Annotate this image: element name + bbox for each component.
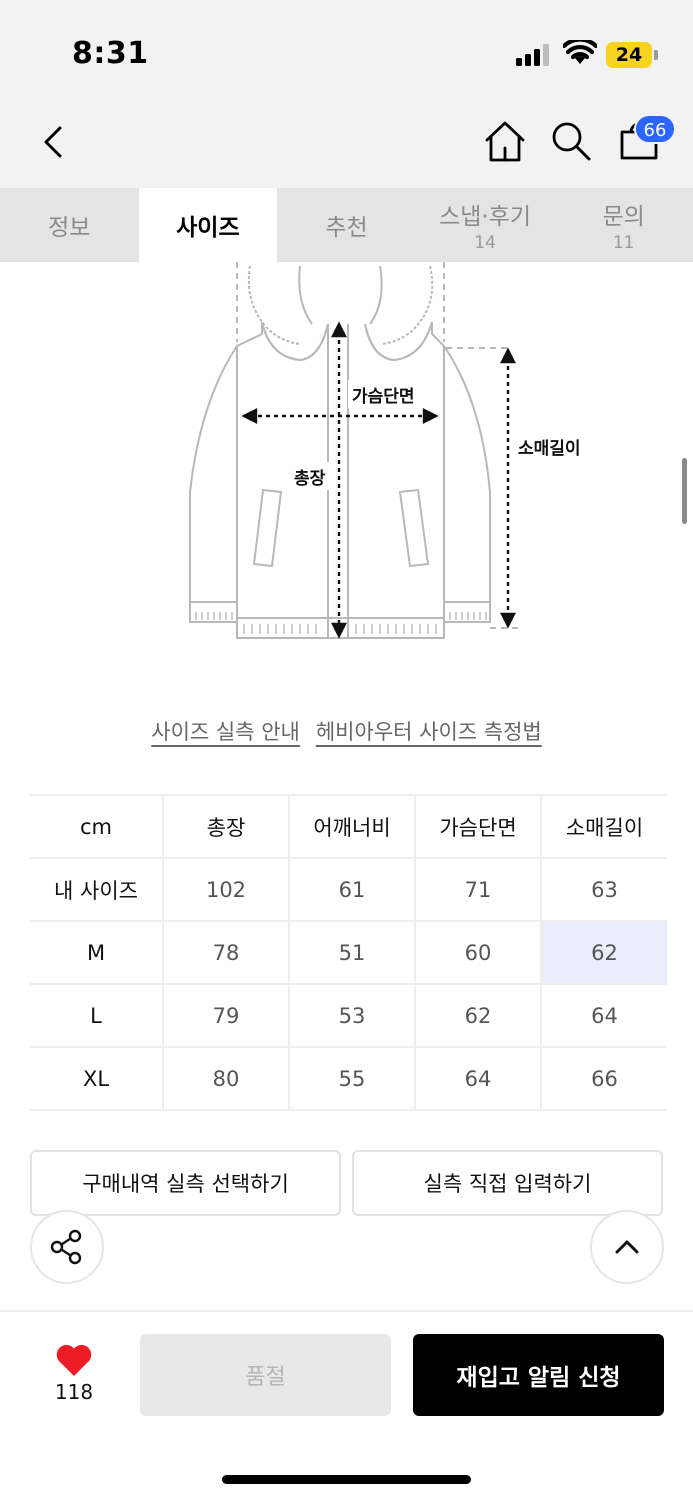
table-cell: 53 [289,984,416,1048]
table-cell: 63 [541,858,667,922]
table-cell: 79 [163,984,290,1048]
sold-out-button: 품절 [140,1334,391,1416]
arrow-up-icon [615,1240,639,1254]
status-bar: 8:31 24 [0,0,693,100]
home-icon[interactable] [482,118,528,164]
tab-inquiry[interactable]: 문의 11 [554,188,693,262]
table-cell: 102 [163,858,290,922]
heart-icon [56,1344,92,1376]
table-row-m[interactable]: M 78 51 60 62 [30,921,667,985]
scroll-to-top-button[interactable] [590,1210,664,1284]
table-cell: 71 [415,858,542,922]
table-row-xl[interactable]: XL 80 55 64 66 [30,1047,667,1111]
row-label: M [30,921,164,985]
search-icon[interactable] [548,118,594,164]
table-cell: 60 [415,921,542,985]
column-header: 총장 [163,794,290,859]
table-cell: 66 [541,1047,667,1111]
share-icon [50,1229,82,1265]
row-label: 내 사이즈 [30,858,164,922]
row-label: XL [30,1047,164,1111]
manual-input-button[interactable]: 실측 직접 입력하기 [352,1150,663,1216]
signal-icon [516,44,549,66]
tab-count: 14 [474,233,496,253]
table-cell: 62 [415,984,542,1048]
back-icon[interactable] [32,120,76,164]
column-header: 가슴단면 [415,794,542,859]
table-cell: 55 [289,1047,416,1111]
battery-icon: 24 [606,42,652,68]
jacket-illustration: 가슴단면 총장 소매길이 [189,262,581,639]
size-table: cm 총장 어깨너비 가슴단면 소매길이 내 사이즈 102 61 71 63 … [30,794,667,1111]
table-row-l[interactable]: L 79 53 62 64 [30,984,667,1048]
unit-cell: cm [30,794,164,859]
bottom-action-bar: 118 품절 재입고 알림 신청 [0,1310,693,1500]
table-row-my-size: 내 사이즈 102 61 71 63 [30,858,667,922]
tab-label: 추천 [325,215,368,241]
column-header: 어깨너비 [289,794,416,859]
tab-bar: 정보 사이즈 추천 스냅·후기 14 문의 11 [0,188,693,262]
restock-alert-button[interactable]: 재입고 알림 신청 [413,1334,664,1416]
size-links: 사이즈 실측 안내 헤비아우터 사이즈 측정법 [0,716,693,746]
size-guide-link[interactable]: 사이즈 실측 안내 [151,716,300,746]
highlighted-table-cell: 62 [541,921,667,985]
table-cell: 51 [289,921,416,985]
share-button[interactable] [30,1210,104,1284]
measure-method-link[interactable]: 헤비아우터 사이즈 측정법 [316,716,542,746]
table-header-row: cm 총장 어깨너비 가슴단면 소매길이 [30,794,667,859]
tab-label: 정보 [48,215,91,241]
tab-size[interactable]: 사이즈 [138,188,278,262]
status-time: 8:31 [72,36,149,71]
table-cell: 61 [289,858,416,922]
tab-label: 스냅·후기 [439,204,532,230]
table-cell: 78 [163,921,290,985]
table-cell: 64 [541,984,667,1048]
tab-snap-review[interactable]: 스냅·후기 14 [416,188,555,262]
sleeve-length-label: 소매길이 [518,439,581,459]
cart-count-badge: 66 [634,114,676,144]
table-cell: 80 [163,1047,290,1111]
tab-recommend[interactable]: 추천 [277,188,416,262]
home-indicator [222,1475,471,1484]
column-header: 소매길이 [541,794,667,859]
select-from-history-button[interactable]: 구매내역 실측 선택하기 [30,1150,341,1216]
total-length-label: 총장 [294,469,326,489]
tab-count: 11 [612,233,635,253]
row-label: L [30,984,164,1048]
header [0,100,693,188]
like-count: 118 [54,1380,94,1404]
like-button[interactable]: 118 [44,1342,104,1404]
tab-label: 사이즈 [176,215,240,241]
tab-label: 문의 [602,204,645,230]
scroll-indicator[interactable] [682,458,687,524]
size-diagram: 가슴단면 총장 소매길이 [0,262,693,682]
table-cell: 64 [415,1047,542,1111]
chest-width-label: 가슴단면 [352,387,415,407]
wifi-icon [563,40,597,64]
tab-info[interactable]: 정보 [0,188,139,262]
battery-tip [654,50,658,60]
